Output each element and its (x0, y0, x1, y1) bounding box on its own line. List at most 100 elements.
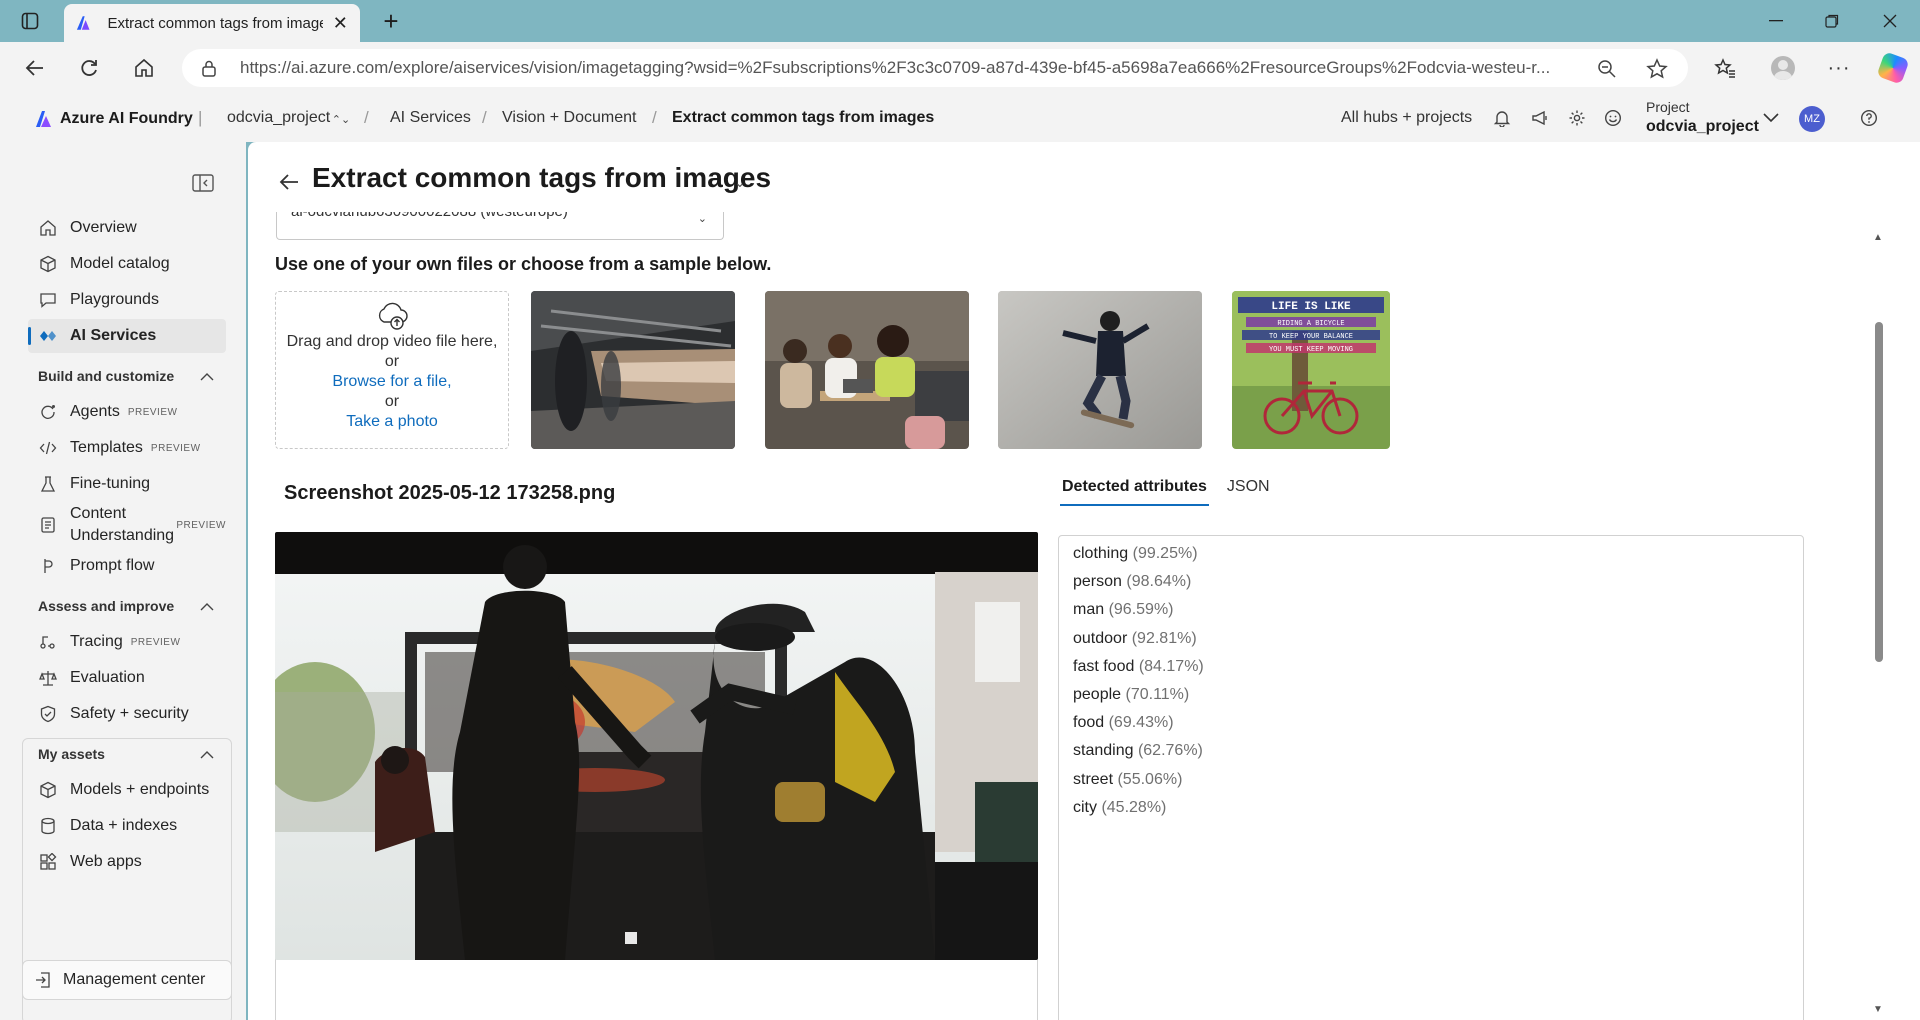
brand[interactable]: Azure AI Foundry (34, 109, 193, 129)
scroll-down-icon[interactable]: ▼ (1873, 1004, 1883, 1015)
sidebar-item-model-catalog[interactable]: Model catalog (28, 247, 226, 281)
sidebar-item-evaluation[interactable]: Evaluation (28, 661, 226, 695)
attribute-name: outdoor (1073, 629, 1128, 647)
file-dropzone[interactable]: Drag and drop video file here, or Browse… (275, 291, 509, 449)
collapse-sidebar-icon[interactable] (192, 174, 214, 192)
favorite-star-icon[interactable] (1646, 58, 1668, 80)
settings-gear-icon[interactable] (1566, 107, 1588, 129)
all-hubs-link[interactable]: All hubs + projects (1341, 109, 1472, 127)
sidebar-item-overview[interactable]: Overview (28, 211, 226, 245)
restore-icon[interactable] (1802, 0, 1862, 42)
feedback-smiley-icon[interactable] (1602, 107, 1624, 129)
sample-sign-line: LIFE IS LIKE (1271, 301, 1351, 313)
result-image (275, 532, 1038, 960)
attribute-confidence: (99.25%) (1132, 545, 1198, 562)
take-photo-link[interactable]: Take a photo (276, 412, 508, 432)
management-center-button[interactable]: Management center (22, 960, 232, 1000)
sidebar-item-tracing[interactable]: Tracing PREVIEW (28, 625, 226, 659)
sample-image-skateboarder[interactable] (998, 291, 1202, 449)
database-icon (38, 816, 58, 836)
sidebar-item-templates[interactable]: Templates PREVIEW (28, 431, 226, 465)
home-icon (38, 218, 58, 238)
attribute-confidence: (96.59%) (1108, 601, 1174, 619)
bell-icon[interactable] (1491, 107, 1513, 129)
ai-services-icon (38, 326, 58, 346)
main-content: Extract common tags from images ⌄ ai-odc… (248, 142, 1920, 1020)
sidebar-item-prompt-flow[interactable]: Prompt flow (28, 549, 226, 583)
lock-icon[interactable] (200, 59, 218, 77)
sample-image-meeting[interactable] (765, 291, 969, 449)
back-arrow-icon[interactable] (278, 171, 300, 193)
section-build-customize[interactable]: Build and customize (38, 368, 214, 384)
chevron-up-icon[interactable] (200, 746, 214, 762)
section-my-assets[interactable]: My assets (38, 746, 214, 762)
sidebar-item-data-indexes[interactable]: Data + indexes (28, 809, 226, 843)
home-icon[interactable] (129, 53, 159, 83)
title-dropdown-icon[interactable]: ⌄ (734, 174, 746, 191)
attribute-confidence: (92.81%) (1131, 629, 1197, 647)
help-icon[interactable] (1858, 107, 1880, 129)
user-avatar[interactable]: MZ (1799, 106, 1825, 132)
resource-select-value: ai-odcviahub630900022088 (westeurope) (291, 212, 709, 220)
attribute-name: street (1073, 770, 1114, 788)
sidebar-item-content-understanding[interactable]: Content Understanding PREVIEW (28, 503, 226, 547)
shield-icon (38, 704, 58, 724)
browser-tab-active[interactable]: Extract common tags from image ✕ (64, 4, 360, 42)
breadcrumb-vision-document[interactable]: Vision + Document (502, 109, 636, 127)
more-options-icon[interactable]: ··· (1824, 53, 1854, 83)
attribute-confidence: (45.28%) (1101, 798, 1167, 816)
sidebar-item-ai-services[interactable]: AI Services (28, 319, 226, 353)
profile-avatar-icon[interactable] (1768, 53, 1798, 83)
announcement-icon[interactable] (1529, 107, 1551, 129)
sidebar-item-fine-tuning[interactable]: Fine-tuning (28, 467, 226, 501)
scrollbar-thumb[interactable] (1875, 322, 1883, 662)
tab-detected-attributes[interactable]: Detected attributes (1060, 478, 1209, 506)
resource-select[interactable]: ai-odcviahub630900022088 (westeurope) ⌄ (276, 212, 724, 240)
tab-json[interactable]: JSON (1225, 478, 1272, 506)
browse-file-link[interactable]: Browse for a file, (276, 372, 508, 392)
sidebar-item-agents[interactable]: Agents PREVIEW (28, 395, 226, 429)
tab-title: Extract common tags from image (107, 14, 323, 32)
chevron-down-icon[interactable] (1760, 107, 1782, 129)
project-label: Project (1646, 99, 1690, 115)
minimize-icon[interactable] (1746, 0, 1806, 42)
attribute-item: city (45.28%) (1073, 794, 1789, 822)
new-tab-icon[interactable]: + (376, 6, 406, 36)
attribute-name: person (1073, 573, 1122, 591)
scroll-up-icon[interactable]: ▲ (1873, 232, 1883, 243)
project-switch-icon[interactable]: ⌃⌄ (330, 108, 352, 130)
sidebar-item-web-apps[interactable]: Web apps (28, 845, 226, 879)
sample-image-train[interactable] (531, 291, 735, 449)
address-bar[interactable]: https://ai.azure.com/explore/aiservices/… (182, 49, 1688, 87)
sidebar-item-safety-security[interactable]: Safety + security (28, 697, 226, 731)
browser-toolbar: https://ai.azure.com/explore/aiservices/… (0, 42, 1920, 94)
attribute-name: city (1073, 798, 1097, 816)
sidebar-item-models-endpoints[interactable]: Models + endpoints (28, 773, 226, 807)
chevron-up-icon[interactable] (200, 598, 214, 614)
zoom-icon[interactable] (1596, 58, 1618, 80)
breadcrumb-ai-services[interactable]: AI Services (390, 109, 471, 127)
attribute-item: street (55.06%) (1073, 766, 1789, 794)
breadcrumb-project[interactable]: odcvia_project (227, 109, 330, 127)
url-text[interactable]: https://ai.azure.com/explore/aiservices/… (240, 58, 1610, 78)
sidebar-item-playgrounds[interactable]: Playgrounds (28, 283, 226, 317)
attribute-item: clothing (99.25%) (1073, 540, 1789, 568)
attribute-name: food (1073, 714, 1105, 732)
close-window-icon[interactable] (1860, 0, 1920, 42)
sidebar-item-label: Model catalog (70, 255, 170, 272)
tab-actions-icon[interactable] (16, 8, 44, 34)
brand-name: Azure AI Foundry (60, 110, 193, 127)
main-scrollbar[interactable]: ▲ ▼ (1872, 232, 1884, 1020)
project-name[interactable]: odcvia_project (1646, 118, 1759, 136)
refresh-icon[interactable] (74, 53, 104, 83)
back-icon[interactable] (20, 53, 50, 83)
attribute-confidence: (55.06%) (1117, 770, 1183, 788)
sample-image-bicycle-sign[interactable]: LIFE IS LIKE RIDING A BICYCLE TO KEEP YO… (1232, 291, 1390, 449)
copilot-icon[interactable] (1876, 51, 1910, 85)
chevron-up-icon[interactable] (200, 368, 214, 384)
sidebar-item-label: Safety + security (70, 705, 189, 722)
chevron-down-icon[interactable]: ⌄ (698, 212, 707, 225)
section-assess-improve[interactable]: Assess and improve (38, 598, 214, 614)
tab-close-icon[interactable]: ✕ (331, 13, 350, 33)
favorites-icon[interactable] (1710, 53, 1740, 83)
